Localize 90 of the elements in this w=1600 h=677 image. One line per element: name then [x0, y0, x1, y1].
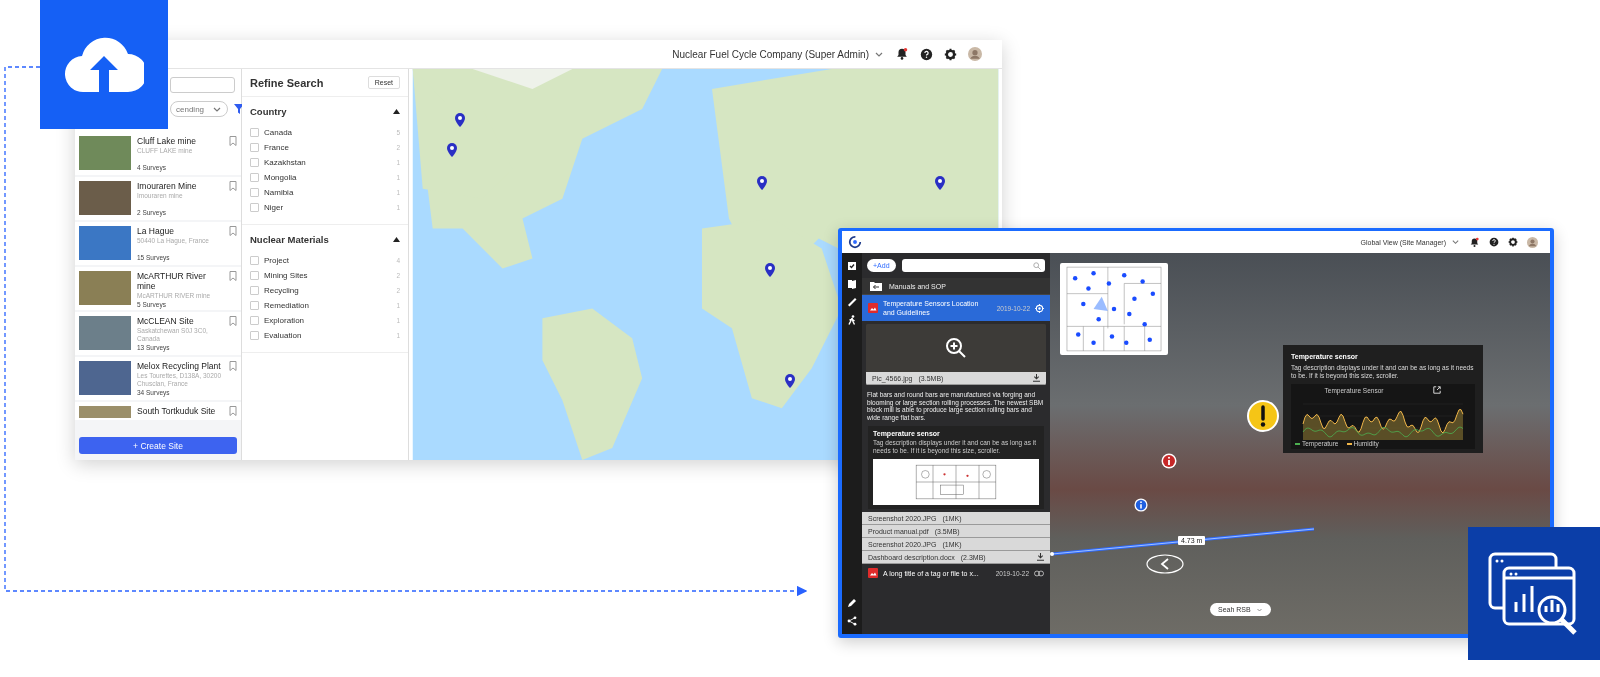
checkbox[interactable] — [250, 173, 259, 182]
image-file-icon — [868, 568, 878, 578]
settings-icon[interactable] — [944, 47, 957, 61]
book-icon[interactable] — [847, 279, 857, 289]
info-marker-icon[interactable] — [1134, 498, 1148, 512]
site-list-item[interactable]: South Tortkuduk Site — [75, 402, 241, 420]
photo-placeholder — [79, 316, 131, 350]
checkbox[interactable] — [250, 188, 259, 197]
link-icon[interactable] — [1034, 569, 1044, 577]
site-name: Melox Recycling Plant — [137, 361, 222, 371]
share-icon[interactable] — [847, 616, 857, 626]
filter-option: Exploration — [264, 316, 392, 325]
download-icon[interactable] — [1033, 374, 1040, 382]
site-name: La Hague — [137, 226, 175, 236]
checkbox[interactable] — [250, 256, 259, 265]
map-pin-icon[interactable] — [935, 175, 946, 190]
map-pin-icon[interactable] — [455, 112, 466, 127]
filter-option: Kazakhstan — [264, 158, 392, 167]
photo-placeholder — [79, 406, 131, 418]
help-icon[interactable] — [1489, 237, 1499, 247]
zoom-in-icon[interactable] — [945, 337, 967, 359]
target-icon[interactable] — [1035, 303, 1044, 313]
filter-option: Mining Sites — [264, 271, 392, 280]
filter-section-header[interactable]: Nuclear Materials — [250, 231, 400, 247]
chevron-down-icon[interactable] — [1451, 238, 1460, 246]
checkbox[interactable] — [250, 301, 259, 310]
site-name: McARTHUR River mine — [137, 271, 207, 291]
photo-placeholder — [79, 226, 131, 260]
site-name: South Tortkuduk Site — [137, 406, 217, 416]
checkbox[interactable] — [250, 158, 259, 167]
bookmark-icon[interactable] — [229, 136, 237, 146]
panel-title: Refine Search — [250, 76, 324, 89]
bookmark-icon[interactable] — [229, 316, 237, 326]
walking-person-icon[interactable] — [847, 315, 857, 325]
site-name: Imouraren Mine — [137, 181, 198, 191]
filter-option: Recycling — [264, 286, 392, 295]
search-field[interactable] — [901, 259, 1045, 272]
map-pin-icon[interactable] — [756, 175, 767, 190]
filter-option: France — [264, 143, 392, 152]
photo-placeholder — [79, 271, 131, 305]
bell-icon[interactable] — [1469, 236, 1480, 248]
checkbox[interactable] — [250, 286, 259, 295]
bookmark-icon[interactable] — [229, 271, 237, 281]
filter-icon[interactable] — [234, 104, 245, 114]
warning-marker-icon[interactable] — [1246, 399, 1280, 433]
filter-option: Project — [264, 256, 392, 265]
photo-placeholder — [79, 136, 131, 170]
filter-section-header[interactable]: Country — [250, 103, 400, 119]
checkbox[interactable] — [250, 203, 259, 212]
expand-icon[interactable] — [1433, 386, 1442, 394]
avatar-icon[interactable] — [968, 47, 982, 61]
site-name: McCLEAN Site — [137, 316, 195, 326]
map-pin-icon[interactable] — [447, 142, 458, 157]
photo-placeholder — [79, 361, 131, 395]
filter-option: Remediation — [264, 301, 392, 310]
checkbox[interactable] — [250, 271, 259, 280]
checklist-icon[interactable] — [847, 261, 857, 271]
filter-option: Mongolia — [264, 173, 392, 182]
search-field[interactable] — [170, 77, 235, 93]
site-name: Cluff Lake mine — [137, 136, 197, 146]
filter-option: Namibia — [264, 188, 392, 197]
download-icon[interactable] — [1037, 553, 1044, 561]
image-file-icon — [868, 303, 878, 313]
account-selector[interactable]: Nuclear Fuel Cycle Company (Super Admin) — [672, 48, 869, 60]
filter-option: Evaluation — [264, 331, 392, 340]
bell-icon[interactable] — [895, 47, 909, 61]
map-pin-icon[interactable] — [784, 374, 795, 389]
floor-plan-drawing[interactable] — [1060, 263, 1168, 355]
folder-back-icon[interactable] — [870, 281, 882, 291]
help-icon[interactable] — [920, 47, 933, 61]
bookmark-icon[interactable] — [229, 406, 237, 416]
logo-icon — [848, 235, 862, 249]
filter-option: Canada — [264, 128, 392, 137]
bookmark-icon[interactable] — [229, 181, 237, 191]
cloud-upload-icon — [64, 35, 144, 94]
checkbox[interactable] — [250, 143, 259, 152]
info-marker-icon[interactable] — [1161, 453, 1177, 469]
pencil-icon[interactable] — [847, 598, 857, 608]
avatar-icon[interactable] — [1527, 236, 1538, 248]
checkbox[interactable] — [250, 331, 259, 340]
settings-icon[interactable] — [1508, 237, 1518, 247]
photo-placeholder — [79, 181, 131, 215]
checkbox[interactable] — [250, 128, 259, 137]
filter-option: Niger — [264, 203, 392, 212]
create-site-button[interactable]: + Create Site — [79, 437, 237, 454]
bookmark-icon[interactable] — [229, 226, 237, 236]
checkbox[interactable] — [250, 316, 259, 325]
bookmark-icon[interactable] — [229, 361, 237, 371]
map-pin-icon[interactable] — [764, 262, 775, 277]
ruler-icon[interactable] — [847, 297, 857, 307]
